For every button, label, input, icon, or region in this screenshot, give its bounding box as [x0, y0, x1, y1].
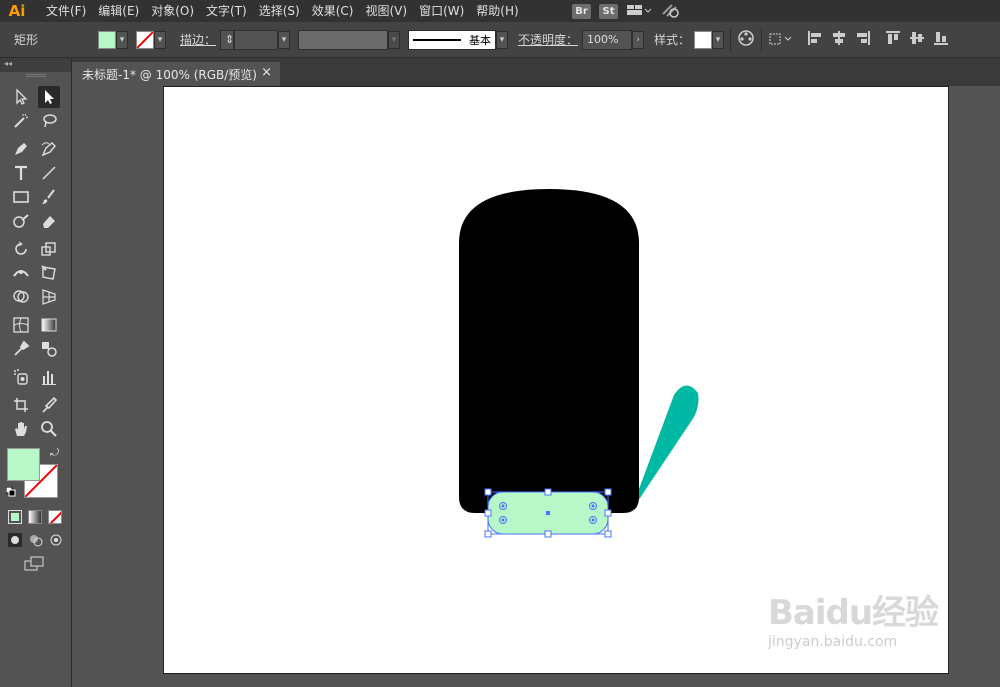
symbol-sprayer-tool-icon[interactable]	[10, 366, 32, 388]
recolor-artwork-icon[interactable]	[737, 29, 755, 50]
brush-definition-dropdown[interactable]: ▾	[496, 30, 509, 49]
align-to-icon[interactable]	[768, 30, 794, 49]
gradient-mode-button[interactable]	[28, 510, 42, 524]
stroke-weight-input[interactable]	[234, 29, 279, 50]
bridge-button[interactable]: Br	[572, 3, 591, 19]
align-right-icon[interactable]	[854, 29, 872, 50]
gradient-tool-icon[interactable]	[38, 314, 60, 336]
shape-builder-tool-icon[interactable]	[10, 286, 32, 308]
stroke-weight-stepper[interactable]: ⇕	[220, 29, 234, 50]
align-left-icon[interactable]	[806, 29, 824, 50]
column-graph-tool-icon[interactable]	[38, 366, 60, 388]
menu-window[interactable]: 窗口(W)	[413, 0, 470, 22]
fill-swatch[interactable]	[98, 30, 117, 49]
rotate-tool-icon[interactable]	[10, 238, 32, 260]
shaper-tool-icon[interactable]	[10, 210, 32, 232]
black-capsule-body	[459, 189, 639, 513]
eraser-tool-icon[interactable]	[38, 210, 60, 232]
draw-behind-icon[interactable]	[28, 532, 44, 551]
baidu-watermark: Baidu经验 jingyan.baidu.com	[768, 585, 939, 650]
color-mode-button[interactable]	[8, 510, 22, 524]
center-point	[546, 511, 550, 515]
brush-profile-label: 基本	[469, 33, 492, 47]
stroke-label[interactable]: 描边：	[180, 31, 216, 48]
object-type-label: 矩形	[14, 33, 39, 47]
stroke-swatch[interactable]	[136, 30, 155, 49]
align-vertical-center-icon[interactable]	[908, 29, 926, 50]
variable-width-profile[interactable]	[298, 29, 389, 50]
align-bottom-icon[interactable]	[932, 29, 950, 50]
app-logo: Ai	[8, 2, 26, 20]
stroke-dropdown[interactable]: ▾	[154, 30, 167, 49]
swap-colors-icon[interactable]: ⤾	[50, 446, 59, 460]
screen-mode-icon[interactable]	[24, 556, 46, 575]
menu-help[interactable]: 帮助(H)	[470, 0, 524, 22]
pen-tool-icon[interactable]	[10, 138, 32, 160]
variable-width-dropdown: ▾	[388, 30, 401, 49]
scale-tool-icon[interactable]	[38, 238, 60, 260]
lasso-tool-icon[interactable]	[38, 110, 60, 132]
artboard-tool-icon[interactable]	[10, 394, 32, 416]
tools-panel: ◂◂ ⤾	[0, 58, 72, 687]
stroke-weight-dropdown[interactable]: ▾	[278, 30, 291, 49]
app-switcher-group: Br St	[572, 0, 682, 22]
style-label: 样式：	[654, 33, 691, 47]
draw-normal-icon[interactable]	[7, 532, 23, 551]
watermark-brand: Baidu经验	[768, 593, 939, 633]
type-tool-icon[interactable]	[10, 162, 32, 184]
gpu-performance-icon[interactable]	[660, 2, 682, 21]
align-horizontal-center-icon[interactable]	[830, 29, 848, 50]
width-tool-icon[interactable]	[10, 262, 32, 284]
zoom-tool-icon[interactable]	[38, 418, 60, 440]
document-tab[interactable]: 未标题-1* @ 100% (RGB/预览) ×	[72, 62, 280, 86]
menu-object[interactable]: 对象(O)	[145, 0, 200, 22]
control-bar: 矩形 ▾ ▾ 描边： ⇕ ▾ ▾ 基本 ▾ 不透明度： 100% › 样式： ▾	[0, 22, 1000, 58]
draw-inside-icon[interactable]	[48, 532, 64, 551]
paintbrush-tool-icon[interactable]	[38, 186, 60, 208]
brush-definition-field[interactable]: 基本	[408, 29, 497, 50]
curvature-tool-icon[interactable]	[38, 138, 60, 160]
fill-color-box[interactable]	[7, 448, 40, 481]
tools-panel-collapse-icon[interactable]: ◂◂	[0, 58, 71, 72]
slice-tool-icon[interactable]	[38, 394, 60, 416]
align-top-icon[interactable]	[884, 29, 902, 50]
opacity-label[interactable]: 不透明度：	[518, 31, 578, 48]
menu-edit[interactable]: 编辑(E)	[92, 0, 145, 22]
graphic-style-swatch[interactable]	[694, 30, 713, 49]
teal-rounded-bar	[634, 385, 699, 507]
close-tab-icon[interactable]: ×	[261, 65, 272, 80]
menu-bar: Ai 文件(F) 编辑(E) 对象(O) 文字(T) 选择(S) 效果(C) 视…	[0, 0, 1000, 22]
watermark-url: jingyan.baidu.com	[768, 634, 898, 650]
perspective-grid-tool-icon[interactable]	[38, 286, 60, 308]
selection-tool-icon[interactable]	[10, 86, 32, 108]
free-transform-tool-icon[interactable]	[38, 262, 60, 284]
menu-select[interactable]: 选择(S)	[253, 0, 306, 22]
menu-effect[interactable]: 效果(C)	[306, 0, 360, 22]
document-tab-title: 未标题-1* @ 100% (RGB/预览)	[82, 67, 257, 82]
tools-panel-grip[interactable]	[25, 74, 46, 77]
default-colors-icon[interactable]	[5, 486, 16, 497]
eyedropper-tool-icon[interactable]	[10, 338, 32, 360]
line-tool-icon[interactable]	[38, 162, 60, 184]
mesh-tool-icon[interactable]	[10, 314, 32, 336]
menu-type[interactable]: 文字(T)	[200, 0, 253, 22]
opacity-input[interactable]: 100%	[582, 29, 633, 50]
stock-button[interactable]: St	[599, 3, 618, 19]
blend-tool-icon[interactable]	[38, 338, 60, 360]
hand-tool-icon[interactable]	[10, 418, 32, 440]
menu-file[interactable]: 文件(F)	[40, 0, 92, 22]
graphic-style-dropdown[interactable]: ▾	[712, 30, 725, 49]
opacity-arrow[interactable]: ›	[632, 30, 645, 49]
workspace-layout-icon[interactable]	[626, 3, 652, 20]
direct-selection-tool-icon[interactable]	[38, 86, 60, 108]
fill-dropdown[interactable]: ▾	[116, 30, 129, 49]
magic-wand-tool-icon[interactable]	[10, 110, 32, 132]
document-tab-bar: 未标题-1* @ 100% (RGB/预览) ×	[72, 58, 1000, 86]
rectangle-tool-icon[interactable]	[10, 186, 32, 208]
none-mode-button[interactable]	[48, 510, 62, 524]
menu-view[interactable]: 视图(V)	[359, 0, 413, 22]
